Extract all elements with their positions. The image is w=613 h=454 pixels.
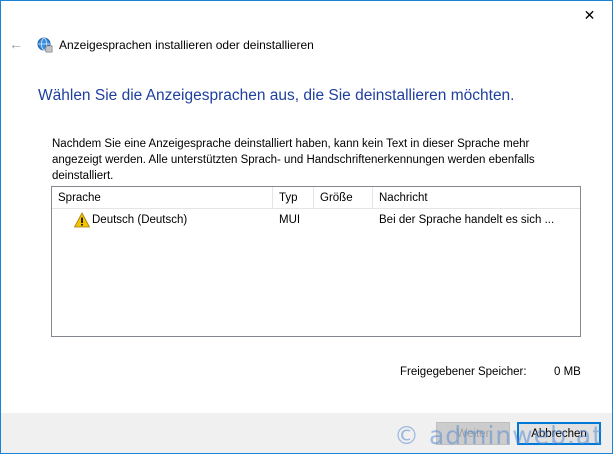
back-button[interactable]: ← (6, 34, 26, 54)
freed-space-label: Freigegebener Speicher: (400, 366, 527, 378)
language-globe-icon (37, 37, 53, 53)
column-header-nachricht[interactable]: Nachricht (373, 187, 580, 209)
close-icon: ✕ (583, 7, 596, 23)
language-type: MUI (279, 214, 301, 226)
column-header-sprache[interactable]: Sprache (52, 187, 273, 209)
freed-space-value: 0 MB (554, 366, 581, 378)
close-button[interactable]: ✕ (567, 1, 612, 30)
back-arrow-icon: ← (9, 36, 23, 52)
language-name: Deutsch (Deutsch) (92, 214, 188, 226)
column-header-typ[interactable]: Typ (273, 187, 314, 209)
page-heading: Wählen Sie die Anzeigesprachen aus, die … (38, 87, 515, 104)
window-title: Anzeigesprachen installieren oder deinst… (59, 38, 314, 52)
list-header: Sprache Typ Größe Nachricht (52, 187, 580, 209)
description-text: Nachdem Sie eine Anzeigesprache deinstal… (52, 138, 535, 182)
language-list[interactable]: Sprache Typ Größe Nachricht Deutsch (Deu… (51, 186, 581, 337)
column-header-groesse[interactable]: Größe (314, 187, 373, 209)
watermark: © adminweb.at (394, 421, 604, 450)
language-size (314, 210, 373, 230)
language-message: Bei der Sprache handelt es sich ... (379, 214, 555, 226)
list-item[interactable]: Deutsch (Deutsch) MUI Bei der Sprache ha… (52, 210, 580, 230)
